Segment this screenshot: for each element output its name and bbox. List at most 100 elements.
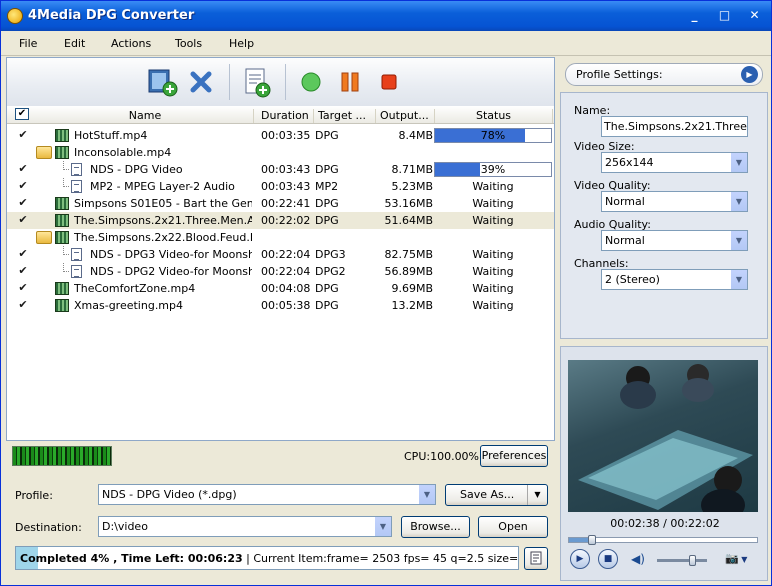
file-row[interactable]: ✔ Xmas-greeting.mp4 00:05:38 DPG 13.2MB Waiti… [7,297,554,314]
column-target[interactable]: Target ... [315,109,376,123]
start-icon [301,72,321,92]
volume-thumb[interactable] [689,555,696,566]
pause-button[interactable] [334,66,366,98]
row-output: 82.75MB [384,248,433,261]
preview-panel: 00:02:38 / 00:22:02 ▶ ■ ◀) 📷 ▼ [560,346,768,581]
row-checkbox[interactable]: ✔ [17,248,29,260]
folder-row[interactable]: The.Simpsons.2x22.Blood.Feud.D... [7,229,554,246]
menu-tools[interactable]: Tools [175,37,202,50]
video-preview [568,360,758,512]
video-quality-select[interactable]: Normal ▼ [601,191,748,212]
row-duration: 00:22:41 [261,197,311,210]
open-button[interactable]: Open [478,516,548,538]
select-all-checkbox[interactable]: ✔ [15,108,29,120]
channels-select[interactable]: 2 (Stereo) ▼ [601,269,748,290]
audio-quality-select[interactable]: Normal ▼ [601,230,748,251]
profile-settings-header[interactable]: Profile Settings: ▶ [565,63,763,86]
save-as-button[interactable]: Save As... ▼ [445,484,548,506]
video-size-select[interactable]: 256x144 ▼ [601,152,748,173]
destination-label: Destination: [15,521,82,534]
row-output: 51.64MB [384,214,433,227]
row-checkbox[interactable]: ✔ [17,163,29,175]
row-checkbox[interactable]: ✔ [17,282,29,294]
seek-thumb[interactable] [587,535,596,545]
minimize-button[interactable]: _ [684,6,705,27]
convert-button[interactable] [295,66,327,98]
menu-help[interactable]: Help [229,37,254,50]
tree-connector [63,263,69,272]
folder-row[interactable]: Inconsolable.mp4 [7,144,554,161]
row-target: DPG [315,129,339,142]
cpu-usage: CPU:100.00% [404,450,480,463]
file-row[interactable]: ✔ Simpsons S01E05 - Bart the Gener... 00:2… [7,195,554,212]
remove-button[interactable] [185,66,217,98]
add-video-button[interactable] [147,66,179,98]
file-row[interactable]: ✔ MP2 - MPEG Layer-2 Audio 00:03:43 MP2 5.23… [7,178,554,195]
save-as-dropdown-icon[interactable]: ▼ [527,485,547,505]
row-duration: 00:22:04 [261,248,311,261]
play-arrow-icon[interactable]: ▶ [741,66,758,83]
camera-icon: 📷 [725,552,739,565]
close-button[interactable]: ✕ [744,6,765,27]
row-name: NDS - DPG3 Video-for Moonshe... [90,248,252,261]
column-duration[interactable]: Duration [256,109,314,123]
folder-icon[interactable] [36,146,52,159]
stop-button[interactable] [373,66,405,98]
seek-bar[interactable] [568,535,758,545]
video-frame-image [578,364,753,512]
speaker-icon[interactable]: ◀) [631,552,645,566]
row-target: MP2 [315,180,339,193]
file-row[interactable]: ✔ The.Simpsons.2x21.Three.Men.A... 00:22:0… [7,212,554,229]
log-button[interactable] [524,547,548,570]
column-status[interactable]: Status [435,109,553,123]
profile-select[interactable]: NDS - DPG Video (*.dpg) ▼ [98,484,436,505]
row-output: 53.16MB [384,197,433,210]
file-row[interactable]: ✔ NDS - DPG3 Video-for Moonshe... 00:22:04… [7,246,554,263]
row-status: Waiting [472,248,514,261]
row-checkbox[interactable]: ✔ [17,197,29,209]
row-duration: 00:04:08 [261,282,311,295]
row-progress-bar: 39% [434,162,552,177]
preferences-button[interactable]: Preferences [480,445,548,467]
row-target: DPG3 [315,248,346,261]
row-target: DPG2 [315,265,346,278]
cpu-activity-graph [12,446,112,466]
row-checkbox[interactable]: ✔ [17,214,29,226]
file-row[interactable]: ✔ NDS - DPG Video 00:03:43 DPG 8.71MB 39% [7,161,554,178]
channels-value: 2 (Stereo) [605,273,660,286]
maximize-button[interactable]: □ [714,6,735,27]
play-button[interactable]: ▶ [570,549,590,569]
menu-actions[interactable]: Actions [111,37,151,50]
folder-icon[interactable] [36,231,52,244]
volume-slider[interactable] [657,555,707,566]
title-bar[interactable]: 4Media DPG Converter _ □ ✕ [1,1,771,31]
browse-button[interactable]: Browse... [401,516,470,538]
snapshot-button[interactable]: 📷 ▼ [725,552,747,565]
file-row[interactable]: ✔ NDS - DPG2 Video-for Moonshe... 00:22:04… [7,263,554,280]
row-checkbox[interactable]: ✔ [17,299,29,311]
menu-edit[interactable]: Edit [64,37,85,50]
menu-bar: File Edit Actions Tools Help [1,31,771,56]
row-status: Waiting [472,197,514,210]
row-checkbox[interactable]: ✔ [17,265,29,277]
file-row[interactable]: ✔ TheComfortZone.mp4 00:04:08 DPG 9.69MB Wait… [7,280,554,297]
column-output[interactable]: Output... [377,109,435,123]
name-input[interactable]: The.Simpsons.2x21.Three.Me [601,116,748,137]
list-header: ✔ Name Duration Target ... Output... Sta… [7,106,554,124]
video-file-icon [55,214,69,227]
row-output: 9.69MB [391,282,433,295]
row-name: Simpsons S01E05 - Bart the Gener... [74,197,252,210]
menu-file[interactable]: File [19,37,37,50]
video-file-icon [55,129,69,142]
row-name: The.Simpsons.2x21.Three.Men.A... [74,214,252,227]
row-name: Xmas-greeting.mp4 [74,299,184,312]
add-profile-button[interactable] [240,66,272,98]
row-checkbox[interactable]: ✔ [17,180,29,192]
right-pane: Profile Settings: ▶ Name: The.Simpsons.2… [560,57,768,581]
destination-select[interactable]: D:\video ▼ [98,516,392,537]
row-duration: 00:03:43 [261,163,311,176]
file-row[interactable]: ✔ HotStuff.mp4 00:03:35 DPG 8.4MB 78% [7,127,554,144]
column-name[interactable]: Name [37,109,254,123]
row-checkbox[interactable]: ✔ [17,129,29,141]
stop-playback-button[interactable]: ■ [598,549,618,569]
